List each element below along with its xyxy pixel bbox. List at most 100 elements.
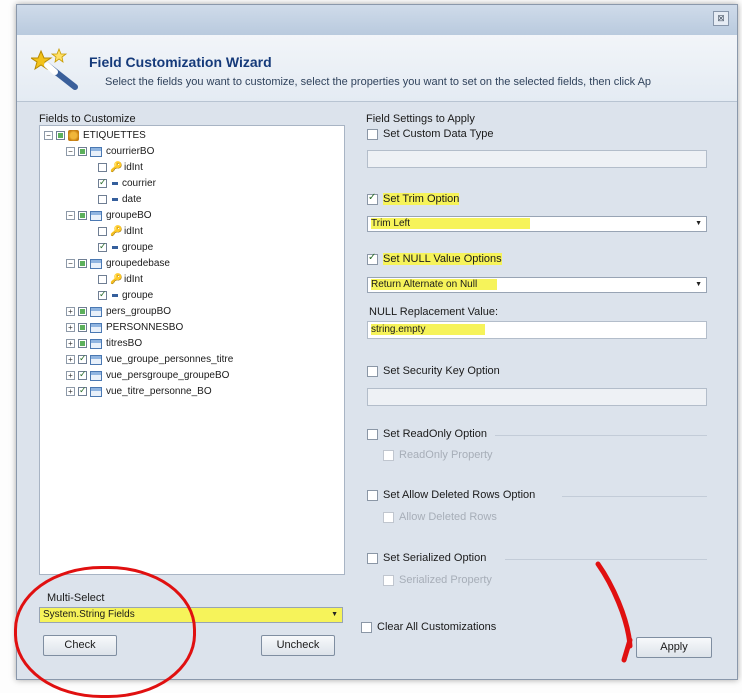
table-icon — [90, 258, 102, 269]
checkbox[interactable] — [98, 177, 107, 188]
checkbox[interactable] — [367, 489, 378, 501]
expand-icon[interactable]: + — [66, 339, 75, 348]
tree-node[interactable]: 🔑 idInt — [98, 161, 143, 174]
null-value-checkbox[interactable]: Set NULL Value Options — [367, 252, 502, 265]
key-icon: 🔑 — [110, 161, 123, 173]
readonly-property-checkbox[interactable]: ReadOnly Property — [383, 449, 493, 461]
tree-node-label: idInt — [124, 274, 143, 285]
clear-all-checkbox[interactable]: Clear All Customizations — [361, 621, 496, 633]
checkbox[interactable] — [383, 574, 394, 586]
tree-node-label: courrier — [122, 178, 156, 189]
tree-node-label: date — [122, 194, 142, 205]
checkbox[interactable] — [98, 241, 107, 252]
tree-node[interactable]: − groupeBO — [66, 209, 152, 222]
checkbox[interactable] — [367, 128, 378, 140]
checkbox[interactable] — [78, 259, 87, 268]
security-key-checkbox[interactable]: Set Security Key Option — [367, 365, 500, 377]
checkbox[interactable] — [367, 252, 378, 265]
checkbox[interactable] — [98, 195, 107, 204]
trim-option-checkbox[interactable]: Set Trim Option — [367, 192, 460, 205]
tree-node[interactable]: + vue_persgroupe_groupeBO — [66, 369, 229, 382]
checkbox[interactable] — [367, 365, 378, 377]
allow-deleted-rows-checkbox[interactable]: Allow Deleted Rows — [383, 511, 497, 523]
field-icon — [112, 182, 118, 185]
collapse-icon[interactable]: − — [44, 131, 53, 140]
checkbox[interactable] — [56, 131, 65, 140]
wizard-subtitle: Select the fields you want to customize,… — [105, 76, 652, 88]
collapse-icon[interactable]: − — [66, 259, 75, 268]
tree-node-label: groupedebase — [106, 258, 170, 269]
tree-node-label: courrierBO — [106, 146, 155, 157]
checkbox[interactable] — [367, 428, 378, 440]
group-divider — [562, 496, 707, 497]
null-value-dropdown[interactable]: Return Alternate on Null ▼ — [367, 277, 707, 293]
checkbox[interactable] — [78, 385, 87, 396]
tree-node[interactable]: − ETIQUETTES — [44, 129, 146, 142]
tree-node[interactable]: − groupedebase — [66, 257, 170, 270]
tree-node[interactable]: − courrierBO — [66, 145, 154, 158]
checkbox[interactable] — [367, 552, 378, 564]
tree-node[interactable]: courrier — [98, 177, 156, 190]
expand-icon[interactable]: + — [66, 371, 75, 380]
tree-node[interactable]: + PERSONNESBO — [66, 321, 183, 334]
checkbox[interactable] — [98, 275, 107, 284]
serialized-label: Set Serialized Option — [383, 552, 487, 564]
checkbox[interactable] — [383, 511, 394, 523]
checkbox[interactable] — [78, 323, 87, 332]
checkbox[interactable] — [383, 449, 394, 461]
tree-node[interactable]: + vue_titre_personne_BO — [66, 385, 212, 398]
security-key-field[interactable] — [367, 388, 707, 406]
null-replacement-field[interactable]: string.empty — [367, 321, 707, 339]
readonly-checkbox[interactable]: Set ReadOnly Option — [367, 428, 487, 440]
checkbox[interactable] — [78, 147, 87, 156]
serialized-property-checkbox[interactable]: Serialized Property — [383, 574, 492, 586]
database-icon — [68, 130, 79, 141]
fields-tree[interactable]: −ETIQUETTES −courrierBO 🔑idInt courrier … — [39, 125, 345, 575]
readonly-label: Set ReadOnly Option — [383, 428, 487, 440]
custom-data-type-checkbox[interactable]: Set Custom Data Type — [367, 128, 493, 140]
tree-node[interactable]: date — [98, 193, 141, 206]
checkbox[interactable] — [78, 353, 87, 364]
trim-option-dropdown[interactable]: Trim Left ▼ — [367, 216, 707, 232]
tree-node[interactable]: groupe — [98, 289, 153, 302]
serialized-checkbox[interactable]: Set Serialized Option — [367, 552, 486, 564]
checkbox[interactable] — [78, 307, 87, 316]
tree-node-label: vue_persgroupe_groupeBO — [106, 370, 230, 381]
collapse-icon[interactable]: − — [66, 211, 75, 220]
key-icon: 🔑 — [110, 273, 123, 285]
tree-node[interactable]: + titresBO — [66, 337, 142, 350]
title-bar: ⊠ — [17, 5, 737, 35]
checkbox[interactable] — [78, 369, 87, 380]
expand-icon[interactable]: + — [66, 355, 75, 364]
table-icon — [90, 370, 102, 381]
collapse-icon[interactable]: − — [66, 147, 75, 156]
tree-node[interactable]: 🔑 idInt — [98, 225, 143, 238]
close-button[interactable]: ⊠ — [713, 11, 729, 26]
tree-node-label: PERSONNESBO — [106, 322, 184, 333]
checkbox[interactable] — [367, 192, 378, 205]
expand-icon[interactable]: + — [66, 307, 75, 316]
allow-deleted-rows-label: Allow Deleted Rows — [399, 511, 497, 523]
dropdown-arrow-icon: ▼ — [695, 281, 702, 288]
dropdown-arrow-icon: ▼ — [695, 220, 702, 227]
expand-icon[interactable]: + — [66, 323, 75, 332]
group-divider — [495, 435, 707, 436]
table-icon — [90, 386, 102, 397]
tree-node[interactable]: + pers_groupBO — [66, 305, 171, 318]
tree-node[interactable]: 🔑 idInt — [98, 273, 143, 286]
tree-node[interactable]: + vue_groupe_personnes_titre — [66, 353, 233, 366]
checkbox[interactable] — [78, 211, 87, 220]
checkbox[interactable] — [361, 621, 372, 633]
custom-data-type-field[interactable] — [367, 150, 707, 168]
tree-node[interactable]: groupe — [98, 241, 153, 254]
checkbox[interactable] — [98, 163, 107, 172]
checkbox[interactable] — [98, 227, 107, 236]
magic-wand-icon — [31, 47, 78, 90]
field-icon — [112, 198, 118, 201]
allow-deleted-checkbox[interactable]: Set Allow Deleted Rows Option — [367, 489, 535, 501]
uncheck-button[interactable]: Uncheck — [261, 635, 335, 656]
tree-node-label: groupe — [122, 290, 154, 301]
checkbox[interactable] — [78, 339, 87, 348]
expand-icon[interactable]: + — [66, 387, 75, 396]
checkbox[interactable] — [98, 289, 107, 300]
